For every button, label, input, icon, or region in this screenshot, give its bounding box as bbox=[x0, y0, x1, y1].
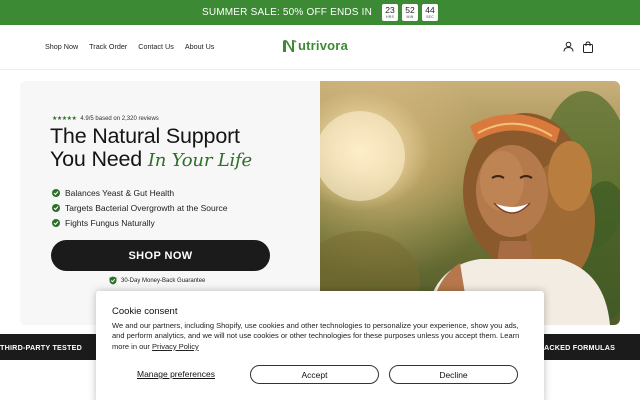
decline-button[interactable]: Decline bbox=[389, 365, 518, 384]
timer-hours-value: 23 bbox=[385, 5, 395, 15]
timer-seconds-unit: SEC bbox=[426, 15, 434, 19]
announcement-bar: SUMMER SALE: 50% OFF ENDS IN 23 HRS 52 M… bbox=[0, 0, 640, 25]
cookie-consent-dialog: Cookie consent We and our partners, incl… bbox=[96, 291, 544, 400]
check-icon bbox=[52, 204, 60, 212]
cookie-title: Cookie consent bbox=[112, 306, 178, 317]
manage-preferences-link[interactable]: Manage preferences bbox=[137, 369, 215, 379]
header-icons bbox=[563, 41, 594, 53]
site-header: Shop Now Track Order Contact Us About Us… bbox=[0, 25, 640, 70]
main-nav: Shop Now Track Order Contact Us About Us bbox=[45, 42, 214, 51]
timer-seconds-value: 44 bbox=[425, 5, 435, 15]
brand-name: utrivora bbox=[298, 38, 349, 53]
rating-line: ★★★★★ 4.9/5 based on 2,320 reviews bbox=[52, 115, 159, 123]
smiling-woman-photo bbox=[320, 91, 620, 325]
rating-stars: ★★★★★ bbox=[52, 116, 77, 122]
accept-button[interactable]: Accept bbox=[250, 365, 379, 384]
cart-icon[interactable] bbox=[582, 41, 594, 53]
headline-accent: In Your Life bbox=[147, 150, 252, 171]
hero-section: ★★★★★ 4.9/5 based on 2,320 reviews The N… bbox=[20, 81, 620, 325]
rating-text: 4.9/5 based on 2,320 reviews bbox=[80, 115, 159, 122]
page: SUMMER SALE: 50% OFF ENDS IN 23 HRS 52 M… bbox=[0, 0, 640, 400]
benefit-text: Fights Fungus Naturally bbox=[65, 218, 155, 228]
account-icon[interactable] bbox=[563, 41, 574, 52]
benefit-item: Targets Bacterial Overgrowth at the Sour… bbox=[52, 203, 228, 213]
guarantee-badge: 30-Day Money-Back Guarantee bbox=[109, 276, 205, 285]
benefit-text: Balances Yeast & Gut Health bbox=[65, 188, 175, 198]
benefit-item: Fights Fungus Naturally bbox=[52, 218, 228, 228]
timer-minutes: 52 MIN bbox=[402, 4, 419, 21]
hero-image bbox=[320, 81, 620, 325]
hero-headline: The Natural Support You Need In Your Lif… bbox=[50, 125, 252, 172]
benefit-text: Targets Bacterial Overgrowth at the Sour… bbox=[65, 203, 228, 213]
timer-minutes-unit: MIN bbox=[406, 15, 414, 19]
announcement-text: SUMMER SALE: 50% OFF ENDS IN bbox=[201, 7, 373, 18]
benefits-list: Balances Yeast & Gut Health Targets Bact… bbox=[52, 188, 228, 228]
timer-hours: 23 HRS bbox=[382, 4, 399, 21]
nav-item-contact-us[interactable]: Contact Us bbox=[138, 42, 174, 51]
check-icon bbox=[52, 219, 60, 227]
trust-item-formulas: ACKED FORMULAS bbox=[544, 343, 616, 352]
brand-logo[interactable]: utrivora bbox=[282, 38, 348, 53]
check-icon bbox=[52, 189, 60, 197]
timer-minutes-value: 52 bbox=[405, 5, 415, 15]
leaf-n-icon bbox=[283, 39, 297, 52]
timer-seconds: 44 SEC bbox=[422, 4, 439, 21]
timer-hours-unit: HRS bbox=[386, 15, 395, 19]
hero-content: ★★★★★ 4.9/5 based on 2,320 reviews The N… bbox=[20, 81, 320, 325]
headline-line-2-text: You Need bbox=[50, 147, 143, 171]
headline-line-1: The Natural Support bbox=[50, 124, 240, 148]
headline-line-2: You Need In Your Life bbox=[50, 148, 252, 172]
shield-check-icon bbox=[109, 276, 117, 285]
nav-item-shop-now[interactable]: Shop Now bbox=[45, 42, 78, 51]
trust-item-tested: THIRD-PARTY TESTED bbox=[0, 343, 82, 352]
benefit-item: Balances Yeast & Gut Health bbox=[52, 188, 228, 198]
privacy-policy-link[interactable]: Privacy Policy bbox=[152, 342, 199, 351]
cookie-body: We and our partners, including Shopify, … bbox=[112, 321, 532, 352]
guarantee-text: 30-Day Money-Back Guarantee bbox=[121, 277, 206, 284]
shop-now-button[interactable]: SHOP NOW bbox=[51, 240, 270, 271]
nav-item-track-order[interactable]: Track Order bbox=[89, 42, 127, 51]
nav-item-about-us[interactable]: About Us bbox=[185, 42, 215, 51]
